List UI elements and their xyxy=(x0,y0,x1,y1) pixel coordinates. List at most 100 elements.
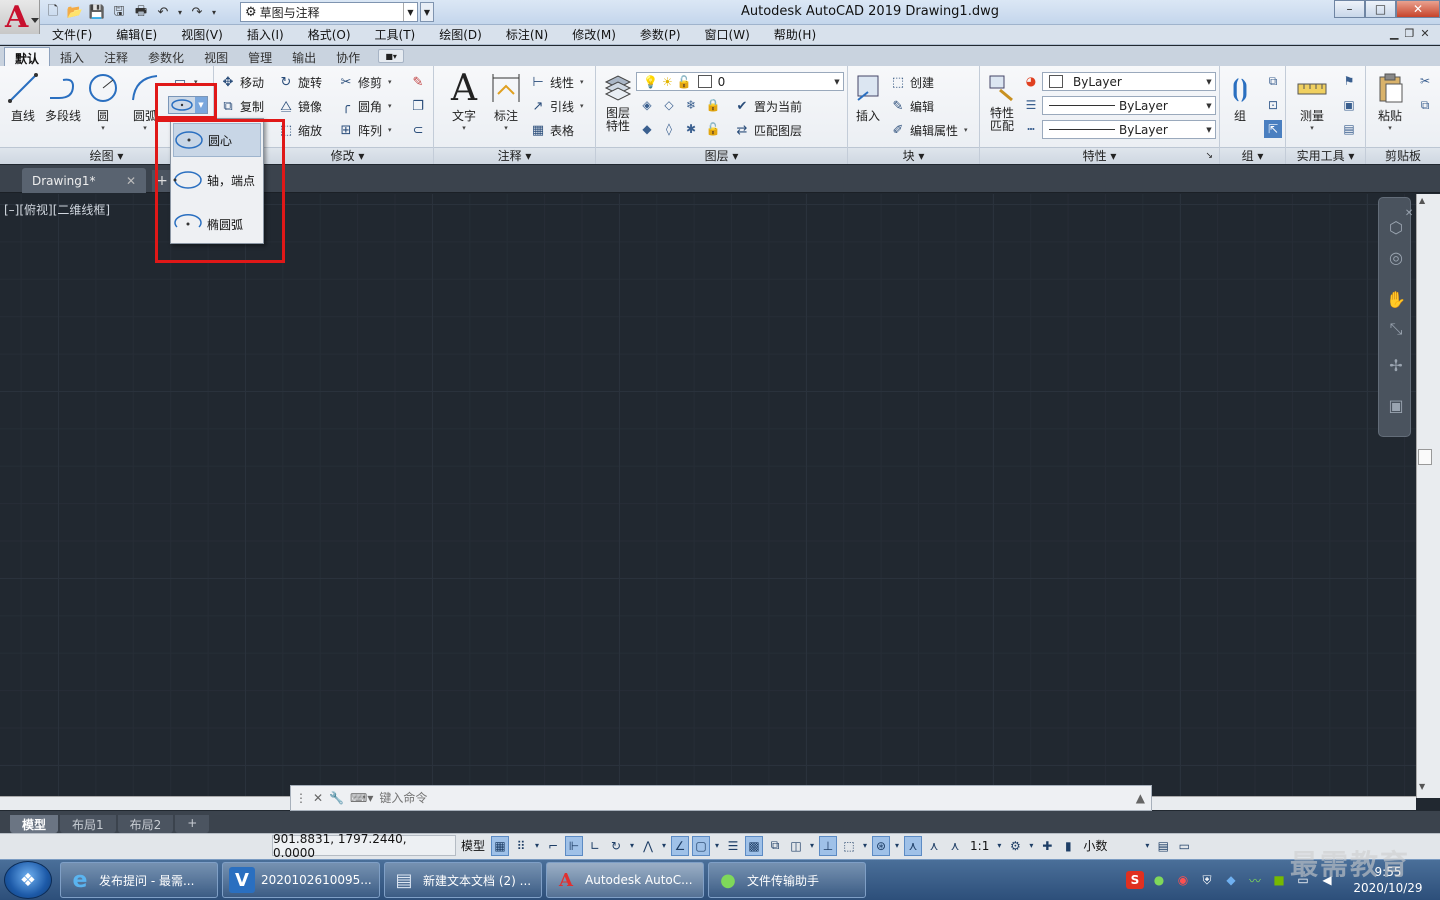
dynamic-input-icon[interactable]: ⊩ xyxy=(565,835,584,856)
rotate-button[interactable]: ↻ 旋转 xyxy=(278,72,322,92)
dimension-button[interactable]: 标注 ▾ xyxy=(486,71,526,132)
redo-icon[interactable]: ↷ xyxy=(188,4,206,22)
menu-dimension[interactable]: 标注(N) xyxy=(506,26,548,43)
shield-icon[interactable]: ⛨ xyxy=(1198,871,1216,889)
wave-icon[interactable]: 〰 xyxy=(1246,871,1264,889)
group-select-icon[interactable]: ⇱ xyxy=(1264,120,1282,138)
copy-clip-icon[interactable]: ⧉ xyxy=(1416,96,1434,114)
close-icon[interactable]: ✕ xyxy=(313,791,323,805)
layer-thaw-icon[interactable]: ✱ xyxy=(682,120,700,138)
erase-button[interactable]: ✎ xyxy=(410,72,426,92)
cube-icon[interactable]: ◆ xyxy=(1222,871,1240,889)
tab-default[interactable]: 默认 xyxy=(4,47,51,66)
select-all-icon[interactable]: ▣ xyxy=(1340,96,1358,114)
grid-icon[interactable]: ▦ xyxy=(491,835,510,856)
scroll-up-icon[interactable]: ▲ xyxy=(1419,196,1425,205)
command-input[interactable] xyxy=(379,789,1130,807)
save-icon[interactable]: 💾 xyxy=(88,4,106,22)
annotation-visibility-icon[interactable]: ⋏ xyxy=(904,835,923,856)
tab-output[interactable]: 输出 xyxy=(282,47,326,66)
panel-utilities-title[interactable]: 实用工具 ▾ xyxy=(1286,147,1365,164)
menu-insert[interactable]: 插入(I) xyxy=(247,26,284,43)
layer-unisolate-icon[interactable]: ◊ xyxy=(660,120,678,138)
undo-icon[interactable]: ↶ xyxy=(154,4,172,22)
menu-tools[interactable]: 工具(T) xyxy=(375,26,416,43)
minimize-button[interactable]: – xyxy=(1334,0,1365,18)
chevron-down-icon[interactable]: ▾ xyxy=(101,124,105,132)
layer-off-icon[interactable]: ◈ xyxy=(638,96,656,114)
add-layout-icon[interactable]: + xyxy=(175,815,210,833)
menu-format[interactable]: 格式(O) xyxy=(308,26,351,43)
menu-draw[interactable]: 绘图(D) xyxy=(439,26,482,43)
taskbar-item-ie[interactable]: e 发布提问 - 最需... xyxy=(60,862,218,898)
tab-annotate[interactable]: 注释 xyxy=(94,47,138,66)
quick-select-icon[interactable]: ⚑ xyxy=(1340,72,1358,90)
units-icon[interactable]: ▮ xyxy=(1059,836,1077,856)
menu-edit[interactable]: 编辑(E) xyxy=(116,26,157,43)
tab-parametric[interactable]: 参数化 xyxy=(138,47,194,66)
panel-clipboard-title[interactable]: 剪贴板 xyxy=(1366,147,1440,164)
lineweight-display-icon[interactable]: ☰ xyxy=(724,836,742,856)
orbit-icon[interactable]: ✢ xyxy=(1385,354,1407,376)
drag-handle-icon[interactable]: ⋮ xyxy=(295,791,307,805)
measure-button[interactable]: 测量 ▾ xyxy=(1292,71,1332,132)
linetype-icon[interactable]: ┅ xyxy=(1022,120,1040,138)
steering-wheel-icon[interactable]: ◎ xyxy=(1385,246,1407,268)
layer-unlock-icon[interactable]: 🔓 xyxy=(704,120,722,138)
chevron-down-icon[interactable]: ▾ xyxy=(893,836,901,856)
gizmo-icon[interactable]: ⊛ xyxy=(872,835,891,856)
wrench-icon[interactable]: 🔧 xyxy=(329,791,344,805)
annotation-monitor-icon[interactable]: ✚ xyxy=(1038,836,1056,856)
menu-window[interactable]: 窗口(W) xyxy=(705,26,750,43)
linetype-select[interactable]: ByLayer ▼ xyxy=(1042,120,1216,139)
app-menu-button[interactable]: A xyxy=(0,0,40,35)
qat-customize-button[interactable]: ▼ xyxy=(420,2,434,22)
isometric-icon[interactable]: ⋀ xyxy=(639,836,657,856)
lineweight-select[interactable]: ByLayer ▼ xyxy=(1042,96,1216,115)
group-button[interactable]: ⦗⦘ 组 xyxy=(1220,71,1260,124)
undo-dropdown-icon[interactable]: ▾ xyxy=(176,4,184,22)
transparency-icon[interactable]: ▩ xyxy=(745,835,764,856)
taskbar-item-video[interactable]: V 2020102610095... xyxy=(222,862,380,898)
chevron-down-icon[interactable]: ▾ xyxy=(533,836,541,856)
circle-button[interactable]: 圆 ▾ xyxy=(83,71,123,132)
workspace-gear-icon[interactable]: ⚙ xyxy=(1006,836,1024,856)
chevron-down-icon[interactable]: ▾ xyxy=(143,124,147,132)
doc-minimize-icon[interactable]: ▁ xyxy=(1390,27,1398,40)
chevron-down-icon[interactable]: ▾ xyxy=(861,836,869,856)
taskbar-item-wechat[interactable]: ● 文件传输助手 xyxy=(708,862,866,898)
menu-file[interactable]: 文件(F) xyxy=(52,26,92,43)
dynamic-ucs-icon[interactable]: ⊥ xyxy=(819,835,838,856)
redo-dropdown-icon[interactable]: ▾ xyxy=(210,4,218,22)
file-tab-drawing1[interactable]: Drawing1* ✕ xyxy=(22,168,146,193)
edit-attributes-button[interactable]: ✐ 编辑属性 ▾ xyxy=(890,120,968,140)
ortho-icon[interactable]: ∟ xyxy=(586,836,604,856)
chevron-down-icon[interactable]: ▾ xyxy=(628,836,636,856)
tab-layout1[interactable]: 布局1 xyxy=(60,815,116,833)
color-wheel-icon[interactable]: ◕ xyxy=(1022,72,1040,90)
move-button[interactable]: ✥ 移动 xyxy=(220,72,264,92)
layer-select[interactable]: 💡 ☀ 🔓 0 ▼ xyxy=(636,72,844,91)
copy-button[interactable]: ⧉ 复制 xyxy=(220,96,264,116)
menu-view[interactable]: 视图(V) xyxy=(181,26,223,43)
object-snap-tracking-icon[interactable]: ∠ xyxy=(671,835,690,856)
units-value[interactable]: 小数 xyxy=(1080,836,1140,856)
explode-button[interactable]: ❐ xyxy=(410,96,426,116)
edit-block-button[interactable]: ✎ 编辑 xyxy=(890,96,934,116)
layer-isolate-icon[interactable]: ◇ xyxy=(660,96,678,114)
panel-annotation-title[interactable]: 注释 ▾ xyxy=(434,147,595,164)
viewport-controls[interactable]: [–][俯视][二维线框] xyxy=(4,201,110,218)
snap-icon[interactable]: ⠿ xyxy=(512,836,530,856)
zoom-icon[interactable]: ⤡ xyxy=(1385,318,1407,340)
print-icon[interactable]: 🖶 xyxy=(132,4,150,22)
viewcube-icon[interactable]: ⬡ xyxy=(1385,216,1407,238)
close-tab-icon[interactable]: ✕ xyxy=(126,174,136,188)
chevron-down-icon[interactable]: ▾ xyxy=(808,836,816,856)
annotation-scale-icon[interactable]: ⋏ xyxy=(946,836,964,856)
isolate-objects-icon[interactable]: ▭ xyxy=(1175,836,1193,856)
tab-insert[interactable]: 插入 xyxy=(50,47,94,66)
set-current-button[interactable]: ✔ 置为当前 xyxy=(734,96,802,116)
menu-modify[interactable]: 修改(M) xyxy=(572,26,616,43)
paste-button[interactable]: 粘贴 ▾ xyxy=(1370,71,1410,132)
tab-model[interactable]: 模型 xyxy=(10,815,59,833)
